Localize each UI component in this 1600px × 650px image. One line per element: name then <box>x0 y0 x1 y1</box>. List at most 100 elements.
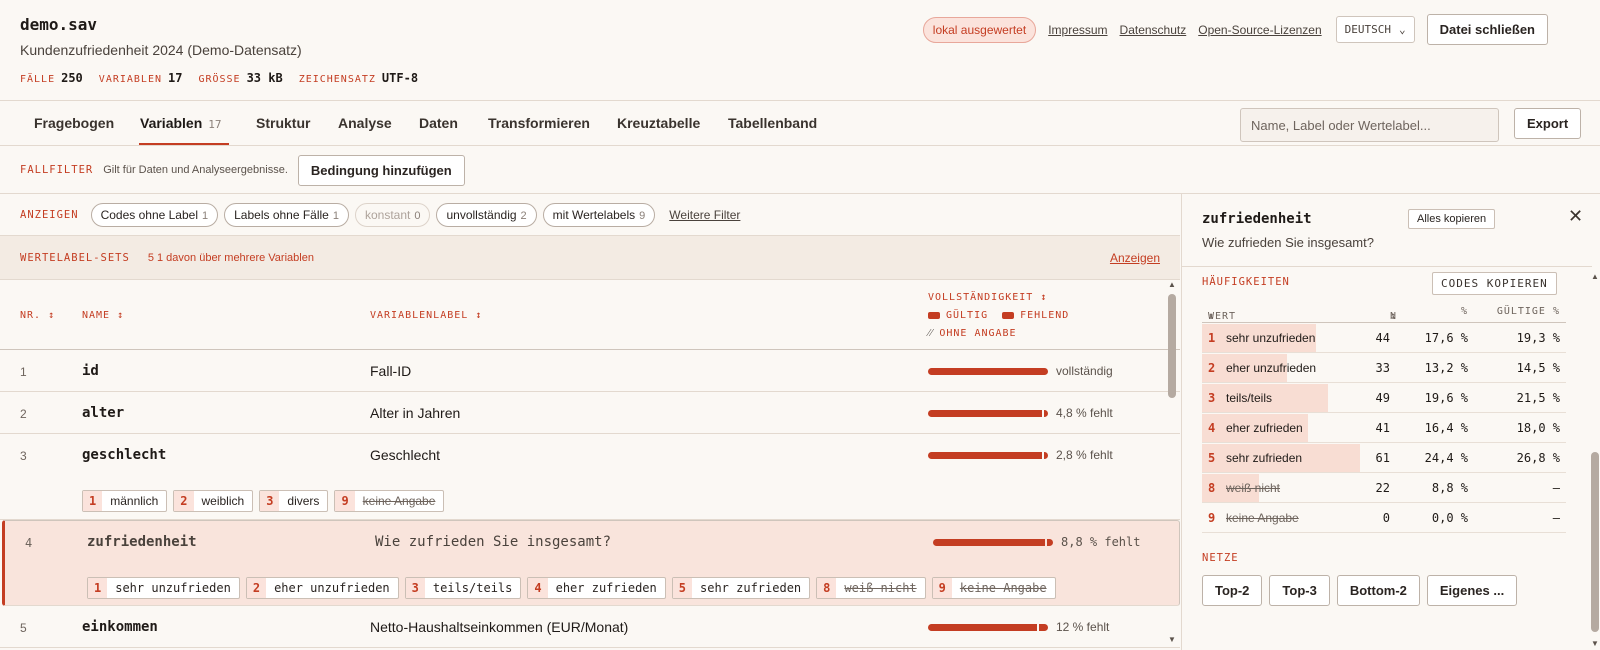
tab-struktur[interactable]: Struktur <box>256 115 310 131</box>
row-label: Alter in Jahren <box>370 405 461 421</box>
value-code-chip[interactable]: 1 sehr unzufrieden <box>87 577 240 599</box>
meta-key: GRÖSSE <box>198 74 241 85</box>
tab-variablen[interactable]: Variablen 17 <box>140 115 222 131</box>
completeness-bar <box>928 368 1048 375</box>
tab-count: 17 <box>208 118 222 131</box>
col-completeness-header[interactable]: VOLLSTÄNDIGKEIT ↕ <box>928 292 1047 303</box>
chip-mit-wertelabels[interactable]: mit Wertelabels 9 <box>542 202 656 227</box>
scroll-down-icon[interactable]: ▼ <box>1168 635 1176 644</box>
value-code-chip[interactable]: 5 sehr zufrieden <box>671 577 811 599</box>
close-file-button[interactable]: Datei schließen <box>1426 14 1548 45</box>
top3-button[interactable]: Top-3 <box>1269 575 1330 606</box>
row-name: id <box>82 363 99 379</box>
valid-fill <box>928 410 1042 417</box>
row-nr: 4 <box>25 536 33 550</box>
scroll-down-icon[interactable]: ▼ <box>1591 639 1599 648</box>
freq-valid-pct: 21,5 % <box>1516 391 1560 405</box>
freq-label: weiß nicht <box>1226 481 1281 495</box>
top2-button[interactable]: Top-2 <box>1202 575 1263 606</box>
value-code-chip[interactable]: 2 eher unzufrieden <box>245 577 399 599</box>
panel-scrollbar[interactable]: ▲ ▼ <box>1590 272 1600 650</box>
scrollbar-thumb[interactable] <box>1591 452 1599 632</box>
table-scrollbar[interactable]: ▲ ▼ <box>1167 280 1177 646</box>
code-number: 8 <box>817 578 837 598</box>
copy-all-button[interactable]: Alles kopieren <box>1408 209 1496 229</box>
value-label-sets-show-link[interactable]: Anzeigen <box>1110 251 1160 265</box>
value-code-chip[interactable]: 3 teils/teils <box>404 577 522 599</box>
impressum-link[interactable]: Impressum <box>1048 23 1107 37</box>
show-label: ANZEIGEN <box>20 208 79 221</box>
add-condition-button[interactable]: Bedingung hinzufügen <box>297 154 465 186</box>
value-code-chip[interactable]: 3 divers <box>259 490 329 512</box>
chip-unvollstaendig[interactable]: unvollständig 2 <box>436 202 537 227</box>
bottom2-button[interactable]: Bottom-2 <box>1336 575 1420 606</box>
scroll-up-icon[interactable]: ▲ <box>1168 280 1176 289</box>
freq-n: 33 <box>1375 361 1390 375</box>
frequency-table: WERT ↕ N ↕ % GÜLTIGE % 1 sehr unzufrieden… <box>1202 301 1566 533</box>
case-filter-bar: FALLFILTER Gilt für Daten und Analyseerg… <box>0 147 1600 194</box>
table-row[interactable]: 2 alter Alter in Jahren 4,8 % fehlt <box>0 392 1180 434</box>
chip-codes-ohne-label[interactable]: Codes ohne Label 1 <box>90 202 219 227</box>
legend-valid: GÜLTIG <box>946 310 989 321</box>
sort-icon: ↕ <box>117 310 125 321</box>
value-label-sets-label: WERTELABEL-SETS <box>20 251 130 264</box>
sort-icon: ↕ <box>475 310 483 321</box>
tab-tabellenband[interactable]: Tabellenband <box>728 115 817 131</box>
table-row-selected[interactable]: 4 zufriedenheit Wie zufrieden Sie insges… <box>2 520 1180 606</box>
show-filter-chips: ANZEIGEN Codes ohne Label 1 Labels ohne F… <box>0 194 1180 236</box>
copy-codes-button[interactable]: CODES KOPIEREN <box>1432 272 1557 295</box>
table-row[interactable]: 1 id Fall-ID vollständig <box>0 350 1180 392</box>
col-nr-header[interactable]: NR. ↕ <box>20 310 55 321</box>
scrollbar-thumb[interactable] <box>1168 294 1176 398</box>
missing-fill <box>1047 539 1053 546</box>
variable-search-input[interactable]: Name, Label oder Wertelabel... <box>1240 108 1499 142</box>
licenses-link[interactable]: Open-Source-Lizenzen <box>1198 23 1321 37</box>
code-label: weiß nicht <box>844 581 917 595</box>
value-codes: 1 männlich 2 weiblich 3 divers 9 keine Angab… <box>82 490 445 512</box>
chip-label: unvollständig <box>446 207 517 222</box>
col-name-header[interactable]: NAME ↕ <box>82 310 124 321</box>
freq-n: 61 <box>1375 451 1390 465</box>
completeness-text: 4,8 % fehlt <box>1056 406 1113 420</box>
tab-analyse[interactable]: Analyse <box>338 115 392 131</box>
freq-n: 49 <box>1375 391 1390 405</box>
close-icon[interactable]: ✕ <box>1568 206 1583 227</box>
chip-konstant[interactable]: konstant 0 <box>354 202 431 227</box>
frequency-row: 9 keine Angabe 0 0,0 % – <box>1202 503 1566 533</box>
value-label-sets-text: 5 1 davon über mehrere Variablen <box>147 251 314 264</box>
completeness-text: 12 % fehlt <box>1056 620 1110 634</box>
sort-icon: ↕ <box>48 310 56 321</box>
language-select[interactable]: DEUTSCH ⌄ <box>1335 16 1415 43</box>
value-code-chip[interactable]: 1 männlich <box>82 490 168 512</box>
code-number: 5 <box>672 578 692 598</box>
col-title: NR. <box>20 310 42 321</box>
value-code-chip[interactable]: 2 weiblich <box>173 490 254 512</box>
missing-swatch <box>1002 312 1015 319</box>
more-filters-link[interactable]: Weitere Filter <box>669 208 740 222</box>
scroll-up-icon[interactable]: ▲ <box>1591 272 1599 281</box>
completeness-bar <box>928 410 1048 417</box>
row-nr: 3 <box>20 449 27 463</box>
custom-net-button[interactable]: Eigenes ... <box>1426 575 1518 606</box>
chip-count: 9 <box>639 209 646 222</box>
value-code-chip-missing[interactable]: 9 keine Angabe <box>931 577 1056 599</box>
tab-fragebogen[interactable]: Fragebogen <box>34 115 114 131</box>
valid-fill <box>933 539 1045 546</box>
table-row[interactable]: 5 einkommen Netto-Haushaltseinkommen (EU… <box>0 606 1180 648</box>
value-code-chip-missing[interactable]: 9 keine Angabe <box>334 490 445 512</box>
datenschutz-link[interactable]: Datenschutz <box>1120 23 1187 37</box>
tab-daten[interactable]: Daten <box>419 115 458 131</box>
tab-kreuztabelle[interactable]: Kreuztabelle <box>617 115 700 131</box>
tab-transformieren[interactable]: Transformieren <box>488 115 590 131</box>
value-code-chip[interactable]: 4 eher zufrieden <box>527 577 666 599</box>
freq-code: 4 <box>1208 421 1216 435</box>
value-code-chip-missing[interactable]: 8 weiß nicht <box>816 577 926 599</box>
col-label-header[interactable]: VARIABLENLABEL ↕ <box>370 310 482 321</box>
chip-labels-ohne-faelle[interactable]: Labels ohne Fälle 1 <box>224 202 349 227</box>
freq-col-valid: GÜLTIGE % <box>1496 306 1560 317</box>
chip-count: 2 <box>520 209 527 222</box>
row-name: zufriedenheit <box>87 534 197 550</box>
export-button[interactable]: Export <box>1514 108 1582 139</box>
active-tab-indicator <box>139 143 229 145</box>
table-row[interactable]: 3 geschlecht Geschlecht 2,8 % fehlt 1 män… <box>0 434 1180 520</box>
